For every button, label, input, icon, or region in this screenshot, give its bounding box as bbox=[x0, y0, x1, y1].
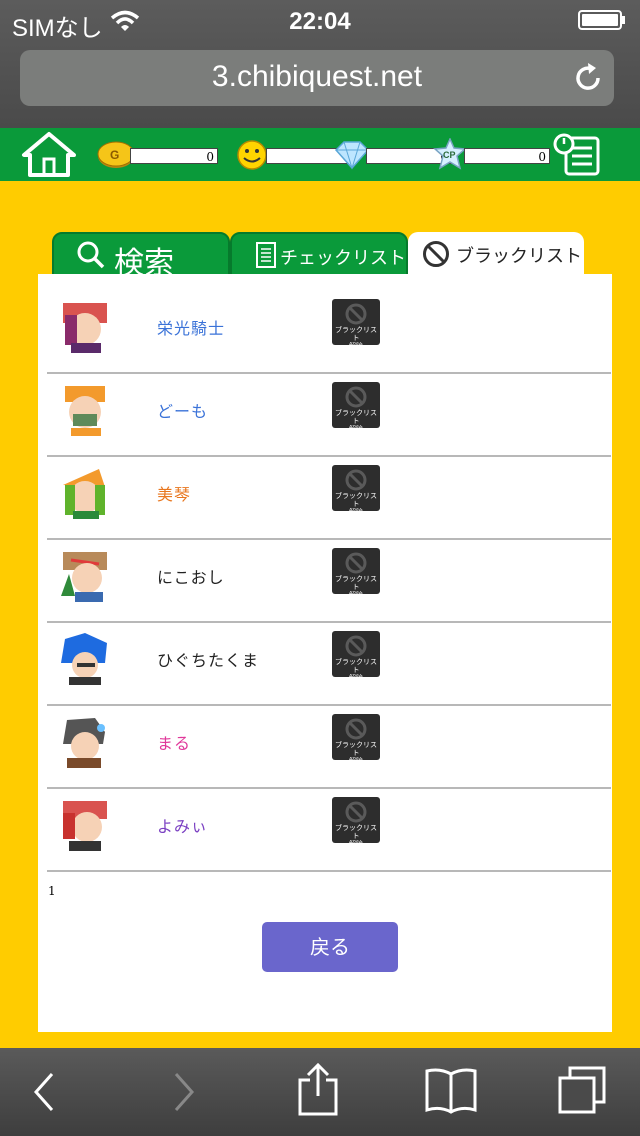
diamond-counter: 0 bbox=[334, 140, 452, 170]
unblock-label: ブラックリスト 解除 bbox=[335, 658, 377, 682]
unblock-button[interactable]: ブラックリスト 解除 bbox=[332, 299, 380, 350]
player-name[interactable]: どーも bbox=[157, 398, 208, 422]
back-button[interactable]: 戻る bbox=[262, 922, 398, 972]
status-bar: SIMなし 22:04 bbox=[0, 0, 640, 42]
smile-icon bbox=[237, 140, 267, 170]
tab-blacklist[interactable]: ブラックリスト bbox=[408, 232, 584, 276]
search-icon bbox=[77, 241, 105, 269]
home-icon[interactable] bbox=[20, 131, 78, 179]
unblock-button[interactable]: ブラックリスト 解除 bbox=[332, 714, 380, 765]
clock: 22:04 bbox=[289, 8, 351, 35]
list-item: よみぃ ブラックリスト 解除 bbox=[47, 789, 611, 872]
smile-counter: 0 bbox=[236, 140, 354, 170]
list-item: どーも ブラックリスト 解除 bbox=[47, 374, 611, 457]
tab-blacklist-label: ブラックリスト bbox=[456, 246, 582, 267]
prohibited-icon bbox=[345, 303, 367, 325]
player-name[interactable]: 栄光騎士 bbox=[157, 315, 225, 339]
forward-arrow-icon[interactable] bbox=[168, 1070, 198, 1114]
player-name[interactable]: 美琴 bbox=[157, 481, 191, 505]
page-number[interactable]: 1 bbox=[48, 884, 56, 898]
unblock-button[interactable]: ブラックリスト 解除 bbox=[332, 631, 380, 682]
unblock-label: ブラックリスト 解除 bbox=[335, 824, 377, 848]
avatar bbox=[65, 386, 105, 436]
url-bar[interactable]: 3.chibiquest.net bbox=[20, 50, 614, 106]
prohibited-icon bbox=[345, 552, 367, 574]
avatar bbox=[61, 552, 107, 602]
diamond-icon bbox=[334, 141, 370, 170]
avatar bbox=[61, 633, 107, 685]
document-icon bbox=[256, 242, 276, 268]
cp-counter: CP 0 bbox=[432, 138, 550, 170]
cp-value: 0 bbox=[464, 148, 550, 164]
browser-chrome-top: SIMなし 22:04 3.chibiquest.net bbox=[0, 0, 640, 128]
list-item: 栄光騎士 ブラックリスト 解除 bbox=[47, 291, 611, 374]
browser-toolbar bbox=[0, 1048, 640, 1136]
svg-text:G: G bbox=[110, 148, 119, 162]
menu-list-icon[interactable] bbox=[552, 132, 602, 176]
list-item: まる ブラックリスト 解除 bbox=[47, 706, 611, 789]
unblock-button[interactable]: ブラックリスト 解除 bbox=[332, 797, 380, 848]
avatar bbox=[63, 303, 107, 353]
avatar bbox=[63, 469, 105, 519]
tab-checklist-label: チェックリスト bbox=[280, 248, 406, 269]
unblock-button[interactable]: ブラックリスト 解除 bbox=[332, 382, 380, 433]
player-name[interactable]: よみぃ bbox=[157, 813, 208, 837]
cp-icon: CP bbox=[433, 138, 467, 170]
tab-search[interactable]: 検索 bbox=[52, 232, 230, 281]
player-name[interactable]: まる bbox=[157, 730, 191, 754]
url-text[interactable]: 3.chibiquest.net bbox=[20, 60, 614, 94]
prohibited-icon bbox=[423, 241, 449, 267]
svg-text:CP: CP bbox=[443, 150, 456, 160]
gold-value: 0 bbox=[130, 148, 218, 164]
share-icon[interactable] bbox=[296, 1062, 340, 1118]
unblock-button[interactable]: ブラックリスト 解除 bbox=[332, 465, 380, 516]
player-name[interactable]: ひぐちたくま bbox=[157, 647, 259, 671]
gold-counter: G 0 bbox=[96, 140, 218, 170]
avatar bbox=[63, 718, 105, 768]
list-item: 美琴 ブラックリスト 解除 bbox=[47, 457, 611, 540]
avatar bbox=[63, 801, 107, 851]
prohibited-icon bbox=[345, 718, 367, 740]
unblock-label: ブラックリスト 解除 bbox=[335, 575, 377, 599]
list-item: ひぐちたくま ブラックリスト 解除 bbox=[47, 623, 611, 706]
back-arrow-icon[interactable] bbox=[30, 1070, 60, 1114]
tabs-icon[interactable] bbox=[556, 1064, 608, 1116]
prohibited-icon bbox=[345, 801, 367, 823]
bookmarks-icon[interactable] bbox=[424, 1066, 478, 1116]
tab-checklist[interactable]: チェックリスト bbox=[230, 232, 408, 276]
unblock-label: ブラックリスト 解除 bbox=[335, 741, 377, 765]
unblock-label: ブラックリスト 解除 bbox=[335, 326, 377, 350]
battery-icon bbox=[578, 10, 625, 30]
list-item: にこおし ブラックリスト 解除 bbox=[47, 540, 611, 623]
prohibited-icon bbox=[345, 386, 367, 408]
prohibited-icon bbox=[345, 469, 367, 491]
player-name[interactable]: にこおし bbox=[157, 564, 225, 588]
blacklist-panel: 栄光騎士 ブラックリスト 解除 どーも ブラックリスト 解除 美琴 ブラックリス… bbox=[38, 274, 612, 1032]
prohibited-icon bbox=[345, 635, 367, 657]
reload-icon[interactable] bbox=[572, 62, 604, 94]
unblock-label: ブラックリスト 解除 bbox=[335, 409, 377, 433]
unblock-button[interactable]: ブラックリスト 解除 bbox=[332, 548, 380, 599]
unblock-label: ブラックリスト 解除 bbox=[335, 492, 377, 516]
game-header: G 0 0 0 CP 0 bbox=[0, 128, 640, 181]
